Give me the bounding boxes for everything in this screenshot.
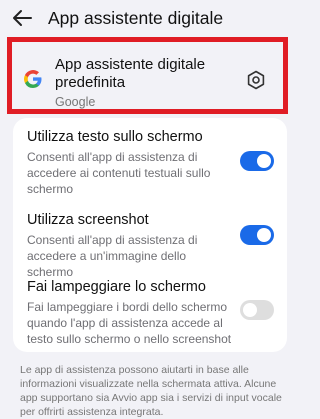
- default-app-subtitle: Google: [55, 95, 96, 109]
- setting-description: Fai lampeggiare i bordi dello schermo qu…: [27, 300, 232, 346]
- setting-title: Utilizza screenshot: [27, 212, 149, 228]
- flash-screen-toggle[interactable]: [240, 300, 274, 320]
- setting-title: Fai lampeggiare lo schermo: [27, 279, 206, 295]
- gear-icon[interactable]: [246, 70, 266, 90]
- setting-description: Consenti all'app di assistenza di accede…: [27, 233, 198, 279]
- setting-title: Utilizza testo sullo schermo: [27, 129, 203, 145]
- arrow-left-icon[interactable]: [12, 9, 32, 27]
- toggle-knob: [257, 154, 271, 168]
- footer-info-text: Le app di assistenza possono aiutarti in…: [20, 364, 282, 418]
- app-bar: App assistente digitale: [0, 0, 300, 36]
- setting-description: Consenti all'app di assistenza di accede…: [27, 150, 211, 196]
- page-title: App assistente digitale: [48, 8, 224, 28]
- toggle-knob: [257, 228, 271, 242]
- assistant-settings-card: Utilizza testo sullo schermo Consenti al…: [13, 118, 287, 352]
- toggle-knob: [243, 303, 257, 317]
- google-g-icon: [24, 70, 42, 88]
- use-screenshot-toggle[interactable]: [240, 225, 274, 245]
- default-app-title: App assistente digitale predefinita: [55, 56, 206, 91]
- use-screen-text-toggle[interactable]: [240, 151, 274, 171]
